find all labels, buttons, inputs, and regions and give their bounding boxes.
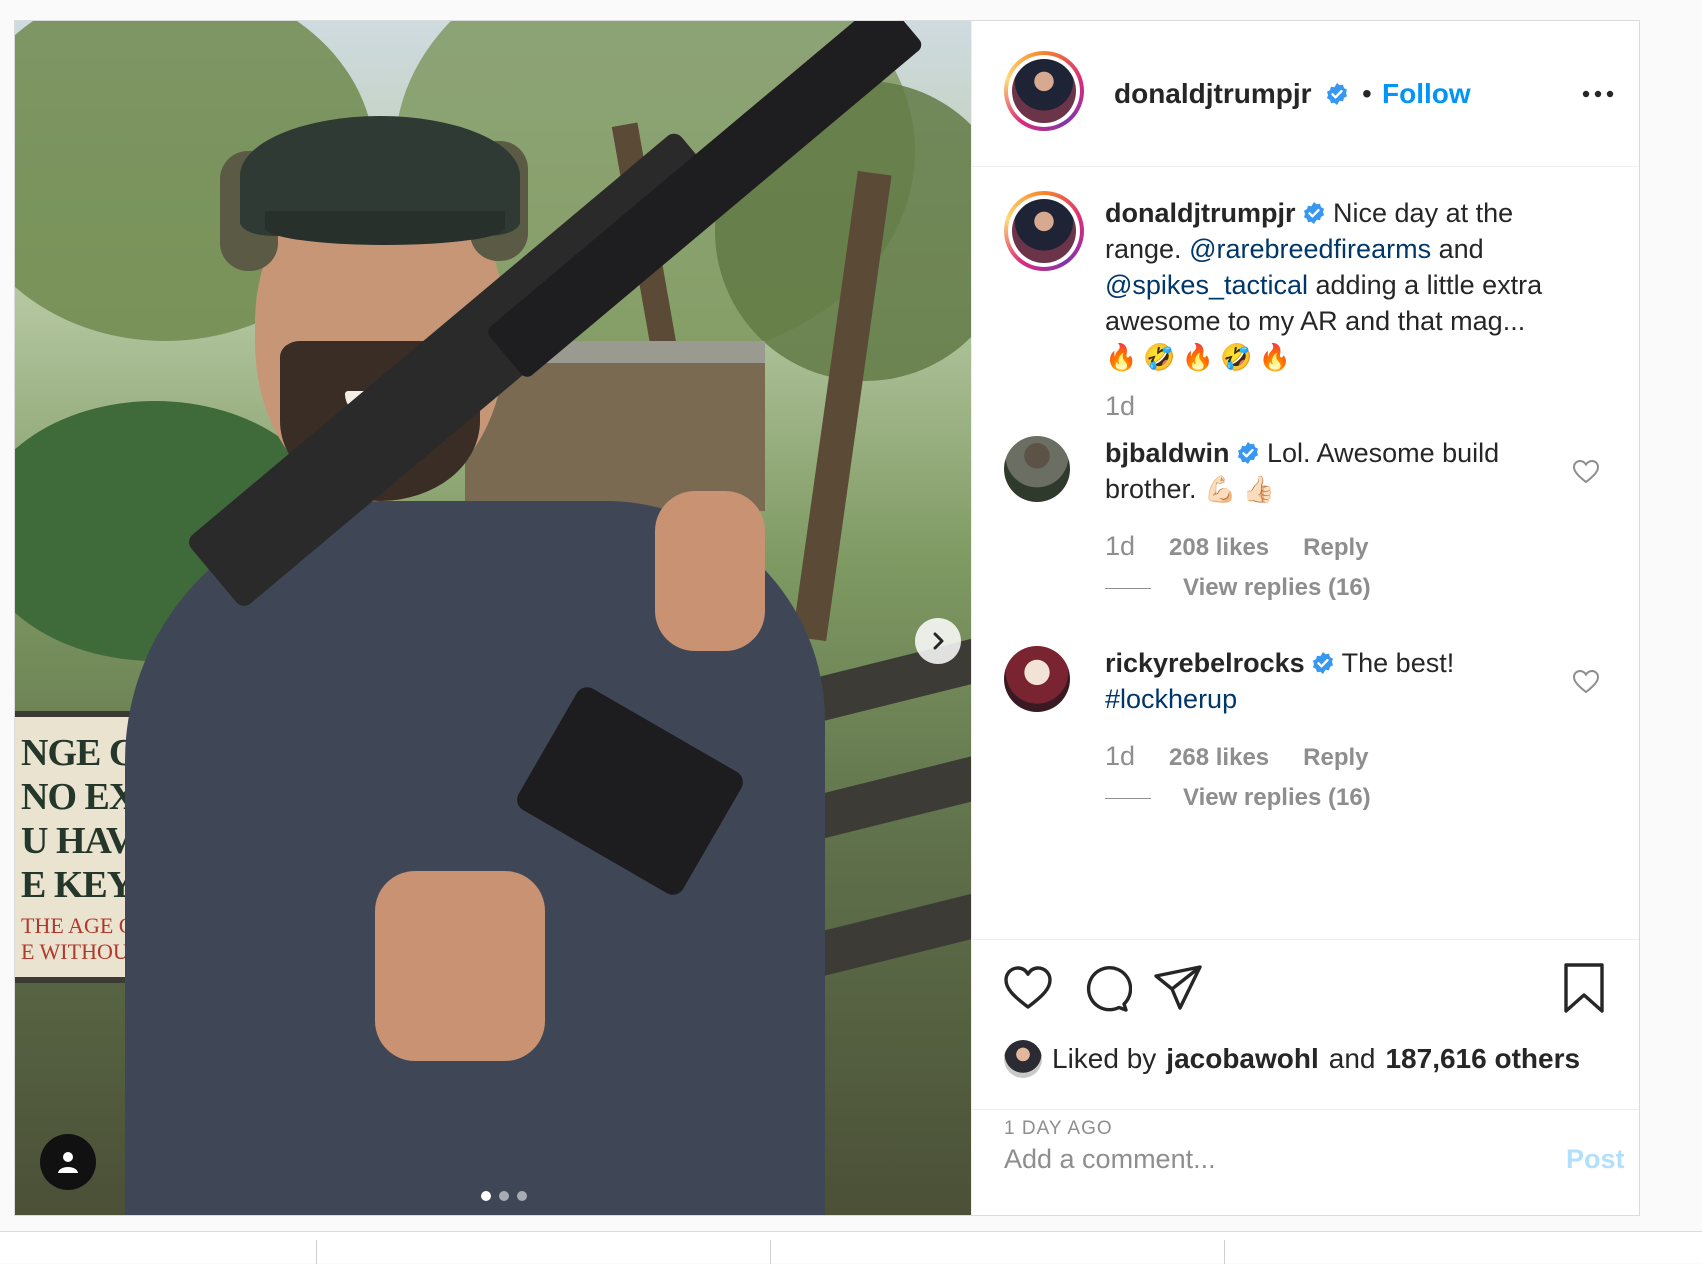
verified-badge-icon [1237,442,1258,464]
author-avatar[interactable] [1004,51,1084,131]
comment-text: The best! [1341,648,1455,678]
instagram-post: NGE CLC NO EXCI U HAVE E KEY A THE AGE C… [14,20,1640,1216]
browser-bottom-bar [0,1231,1702,1264]
verified-badge-icon [1312,652,1333,674]
reply-button[interactable]: Reply [1303,744,1368,772]
comment-time[interactable]: 1d [1105,531,1135,562]
author-username-text: donaldjtrumpjr [1114,78,1312,109]
heart-icon[interactable] [1002,962,1054,1014]
comment-likes[interactable]: 208 likes [1169,534,1269,562]
next-photo-button[interactable] [915,618,961,664]
liked-by-and: and [1328,1043,1376,1074]
post-side-panel: donaldjtrumpjr • Follow donaldjtrumpjr N… [971,21,1639,1215]
comment-form: Add a comment... Post [972,1109,1639,1216]
caption-time[interactable]: 1d [1105,391,1135,422]
comment: rickyrebelrocks The best! #lockherup [1105,645,1575,717]
verified-badge-icon [1327,83,1348,105]
author-username[interactable]: donaldjtrumpjr [1114,78,1349,110]
post-comment-button[interactable]: Post [1566,1144,1625,1175]
liker-username[interactable]: jacobawohl [1166,1043,1318,1075]
comment: bjbaldwin Lol. Awesome build brother. 💪🏻… [1105,435,1575,507]
header-separator: • [1362,78,1372,109]
carousel-dot [499,1191,509,1201]
mention-link[interactable]: @spikes_tactical [1105,270,1308,300]
carousel-indicator [481,1191,527,1201]
liker-avatar[interactable] [1004,1040,1042,1078]
caption: donaldjtrumpjr Nice day at the range. @r… [1105,195,1575,375]
post-header: donaldjtrumpjr • Follow [972,21,1639,167]
more-options-icon [1582,90,1614,98]
caption-emojis: 🔥🤣🔥🤣🔥 [1105,342,1297,372]
like-comment-heart-icon[interactable] [1572,458,1600,486]
like-comment-heart-icon[interactable] [1572,668,1600,696]
verified-badge-icon [1303,202,1324,224]
comment-icon[interactable] [1080,962,1132,1014]
view-replies-label: View replies (16) [1183,574,1371,601]
tagged-users-button[interactable] [40,1134,96,1190]
liked-by: Liked by jacobawohl and 187,616 others [1004,1040,1580,1078]
comment-username[interactable]: bjbaldwin [1105,438,1230,468]
follow-button[interactable]: Follow [1382,78,1471,110]
add-comment-input[interactable]: Add a comment... [1004,1144,1216,1175]
sign-line: THE AGE C [21,913,134,938]
hashtag-link[interactable]: #lockherup [1105,684,1237,714]
caption-author-avatar[interactable] [1004,191,1084,271]
share-icon[interactable] [1152,962,1204,1014]
view-replies-button[interactable]: View replies (16) [1105,574,1371,602]
view-replies-button[interactable]: View replies (16) [1105,784,1371,812]
sign-line: E WITHOUT [21,939,143,964]
comment-username[interactable]: rickyrebelrocks [1105,648,1305,678]
comment-time[interactable]: 1d [1105,741,1135,772]
carousel-dot [517,1191,527,1201]
view-replies-label: View replies (16) [1183,784,1371,811]
comment-emojis: 💪🏻👍🏻 [1204,474,1281,504]
caption-text: and [1438,234,1484,264]
commenter-avatar[interactable] [1004,646,1070,712]
bookmark-icon[interactable] [1558,962,1610,1014]
likes-count[interactable]: 187,616 others [1385,1043,1580,1075]
comment-likes[interactable]: 268 likes [1169,744,1269,772]
mention-link[interactable]: @rarebreedfirearms [1189,234,1431,264]
more-options-button[interactable] [1580,76,1616,112]
comment-meta: 1d 268 likes Reply [1105,741,1369,772]
user-tag-icon [58,1152,78,1173]
caption-meta: 1d [1105,391,1135,422]
chevron-right-icon [933,632,944,650]
post-photo[interactable]: NGE CLC NO EXCI U HAVE E KEY A THE AGE C… [15,21,971,1215]
carousel-dot [481,1191,491,1201]
commenter-avatar[interactable] [1004,436,1070,502]
liked-by-prefix: Liked by [1052,1043,1157,1074]
reply-button[interactable]: Reply [1303,534,1368,562]
caption-username[interactable]: donaldjtrumpjr [1105,198,1296,228]
comment-meta: 1d 208 likes Reply [1105,531,1369,562]
